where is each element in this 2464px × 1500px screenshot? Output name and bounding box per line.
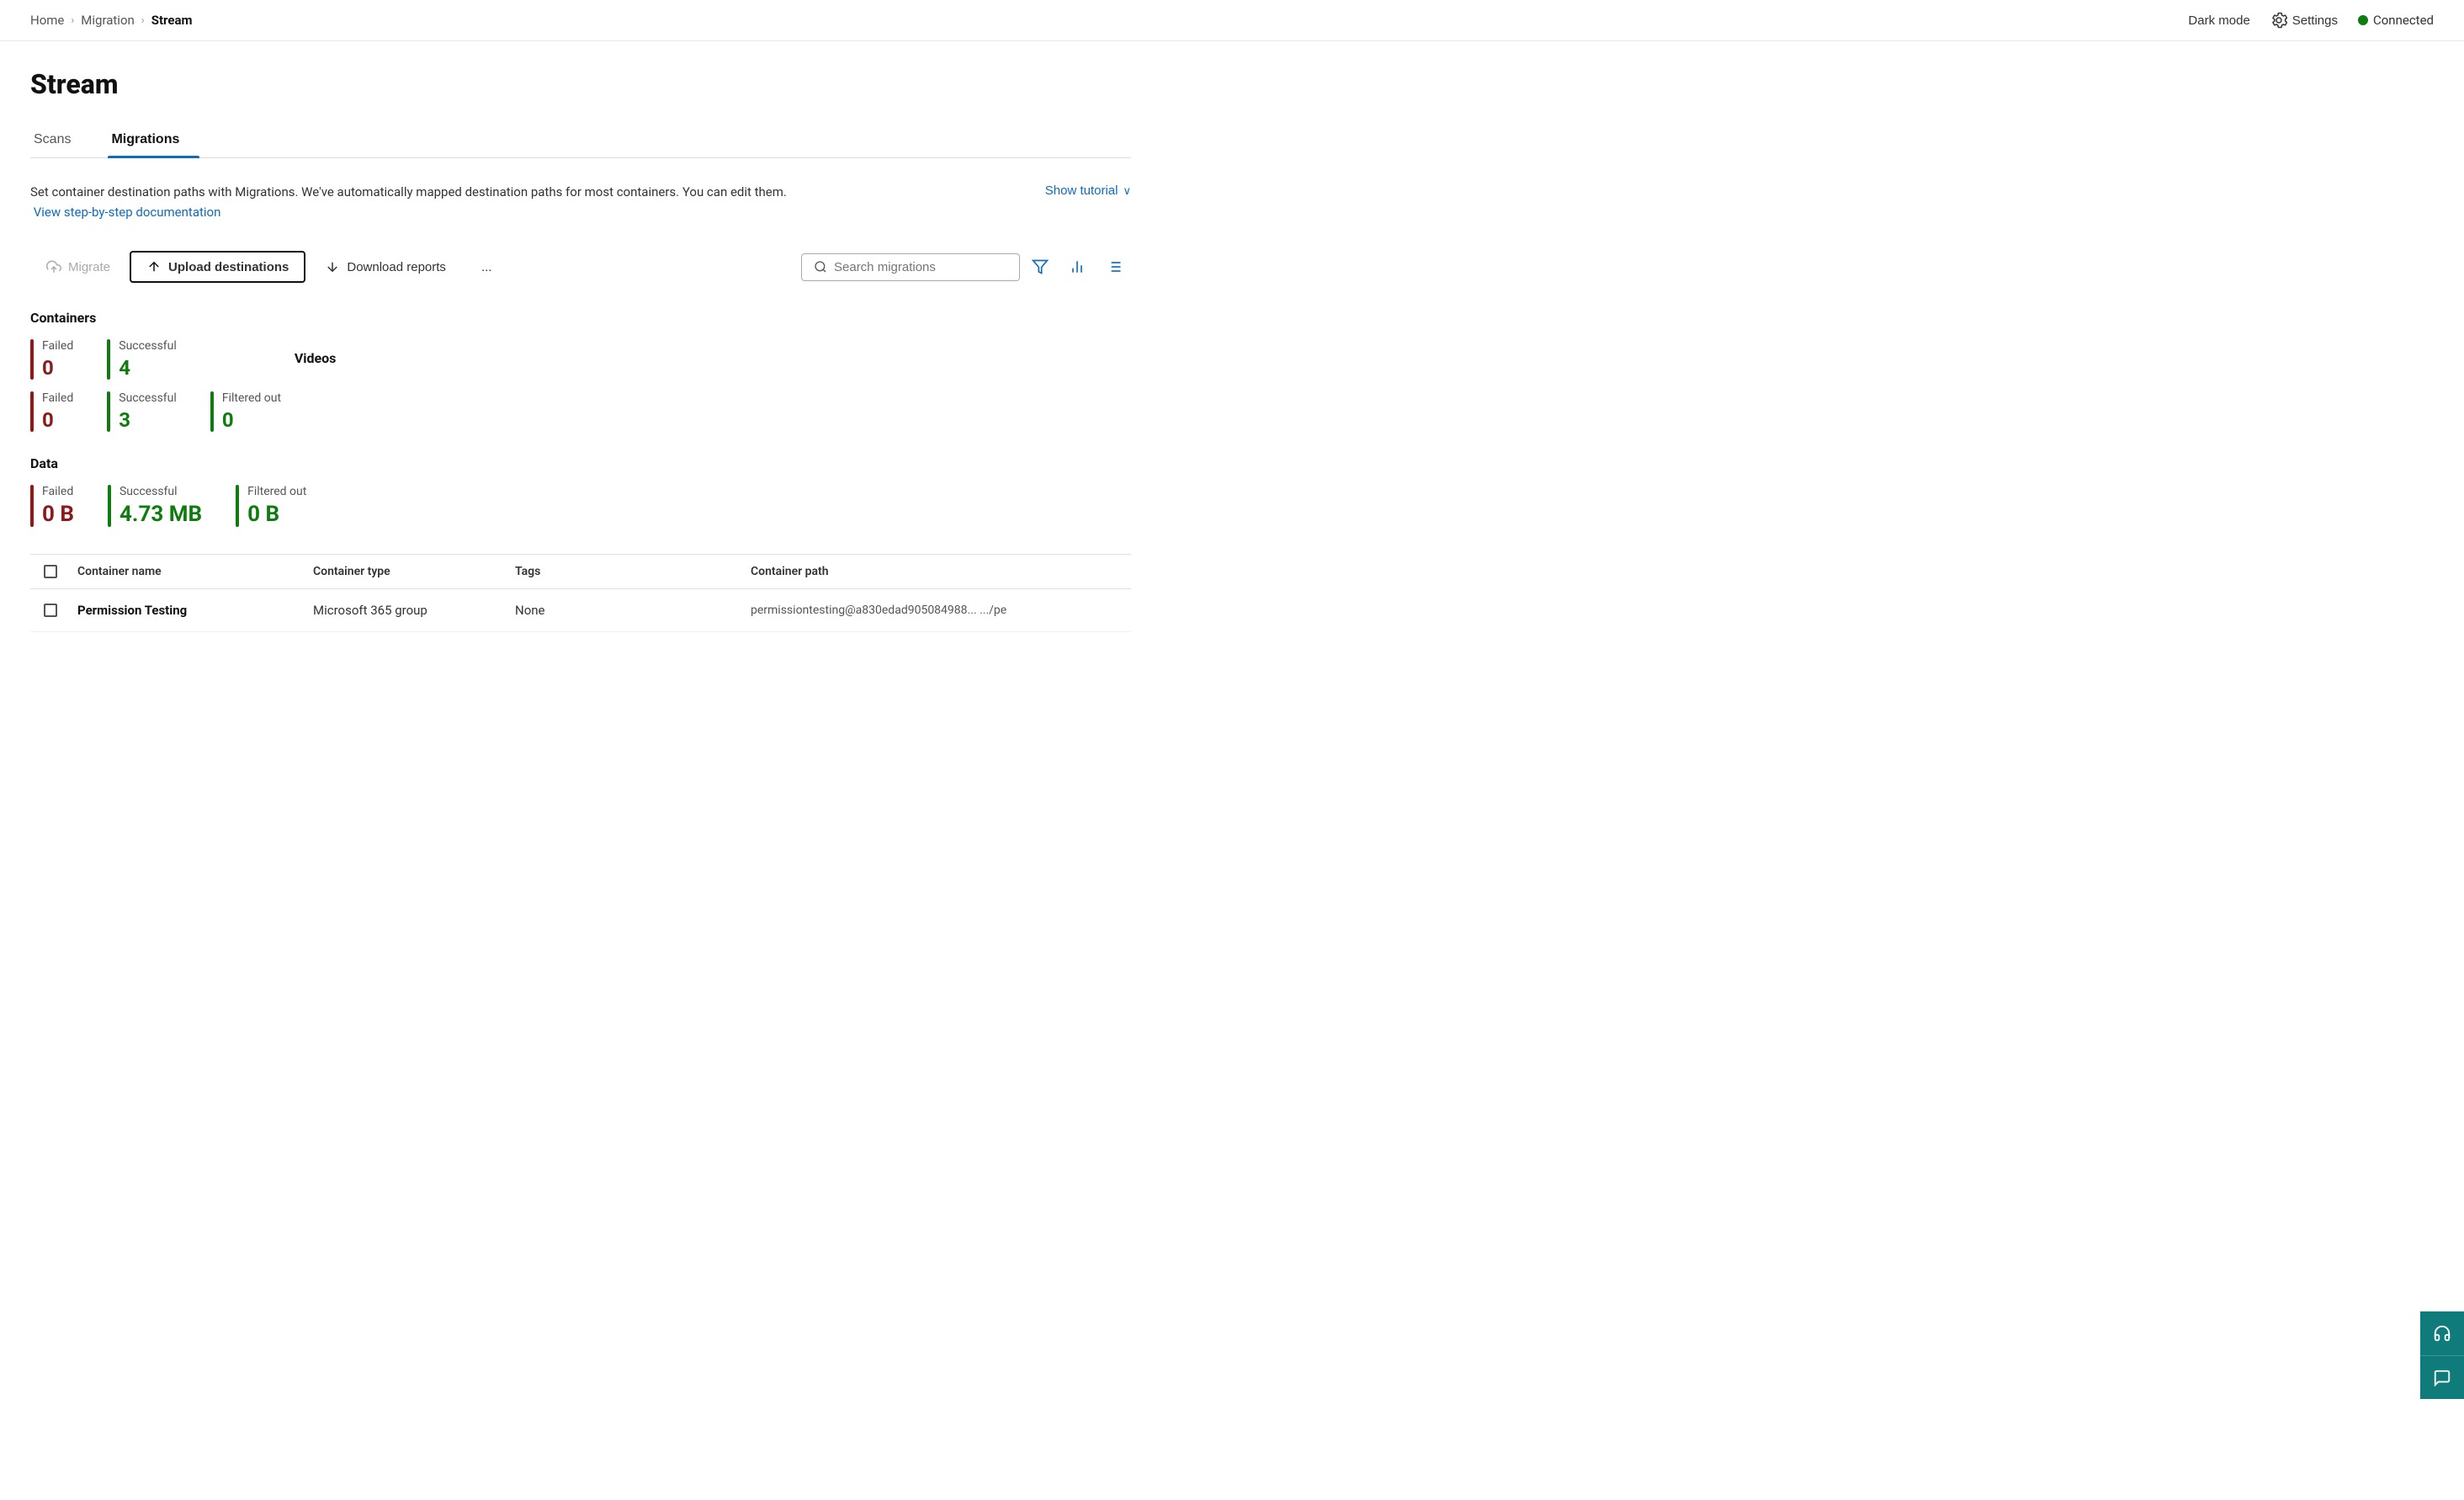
- chart-view-button[interactable]: [1060, 253, 1094, 280]
- column-container-name: Container name: [71, 565, 306, 578]
- description-text: Set container destination paths with Mig…: [30, 182, 788, 222]
- upload-destinations-button[interactable]: Upload destinations: [130, 251, 305, 283]
- videos-filteredout-label: Filtered out: [222, 391, 281, 405]
- row-container-type: Microsoft 365 group: [306, 603, 508, 618]
- containers-successful-label: Successful: [119, 339, 177, 353]
- videos-successful-label: Successful: [119, 391, 177, 405]
- select-all-checkbox[interactable]: [44, 565, 57, 578]
- tab-migrations[interactable]: Migrations: [108, 124, 199, 157]
- data-successful-label: Successful: [119, 485, 202, 498]
- breadcrumb-sep1: ›: [71, 14, 74, 27]
- row-select-cell: [30, 604, 71, 617]
- dark-mode-button[interactable]: Dark mode: [2188, 13, 2249, 28]
- data-failed-label: Failed: [42, 485, 74, 498]
- containers-stats-row: Failed 0 Successful 4 Videos: [30, 339, 1131, 380]
- page-title: Stream: [30, 68, 1131, 100]
- containers-label: Containers: [30, 310, 1131, 326]
- videos-successful-value: 3: [119, 408, 177, 432]
- main-content: Stream Scans Migrations Set container de…: [0, 41, 1161, 659]
- upload-cloud-icon: [46, 259, 61, 274]
- headset-icon: [2433, 1324, 2451, 1343]
- message-icon: [2433, 1369, 2451, 1387]
- table-row: Permission Testing Microsoft 365 group N…: [30, 589, 1131, 632]
- bar-chart-icon: [1069, 258, 1086, 275]
- breadcrumb-sep2: ›: [141, 14, 145, 27]
- connected-dot: [2358, 15, 2368, 25]
- containers-failed-label: Failed: [42, 339, 73, 353]
- row-tags: None: [508, 603, 744, 618]
- videos-failed-label: Failed: [42, 391, 73, 405]
- breadcrumb-home[interactable]: Home: [30, 13, 64, 28]
- containers-failed-value: 0: [42, 356, 73, 380]
- stats-section: Containers Failed 0 Successful 4: [30, 310, 1131, 527]
- download-reports-button[interactable]: Download reports: [309, 252, 462, 282]
- data-label: Data: [30, 455, 1131, 471]
- data-filteredout-label: Filtered out: [247, 485, 306, 498]
- search-box: [801, 253, 1020, 281]
- tabs-container: Scans Migrations: [30, 124, 1131, 158]
- data-filteredout-stat: Filtered out 0 B: [236, 485, 306, 527]
- column-container-path: Container path: [744, 565, 1131, 578]
- containers-failed-stat: Failed 0: [30, 339, 73, 380]
- data-filteredout-value: 0 B: [247, 502, 306, 527]
- download-icon: [325, 259, 340, 274]
- tab-scans[interactable]: Scans: [30, 124, 91, 157]
- gear-icon: [2270, 12, 2287, 29]
- migrate-button[interactable]: Migrate: [30, 252, 126, 282]
- stat-bar-green: [107, 339, 110, 380]
- search-input[interactable]: [834, 260, 1007, 274]
- row-container-name: Permission Testing: [71, 603, 306, 618]
- videos-stats-row: Failed 0 Successful 3 Filtered out 0: [30, 391, 1131, 432]
- containers-successful-stat: Successful 4: [107, 339, 177, 380]
- list-icon: [1106, 258, 1123, 275]
- breadcrumb-migration[interactable]: Migration: [81, 13, 135, 28]
- breadcrumb-current: Stream: [151, 13, 193, 28]
- videos-label: Videos: [295, 350, 337, 366]
- data-failed-value: 0 B: [42, 502, 74, 527]
- toolbar: Migrate Upload destinations Download rep…: [30, 251, 1131, 283]
- breadcrumb: Home › Migration › Stream: [30, 13, 193, 28]
- list-view-button[interactable]: [1097, 253, 1131, 280]
- row-checkbox[interactable]: [44, 604, 57, 617]
- column-tags: Tags: [508, 565, 744, 578]
- select-all-cell: [30, 565, 71, 578]
- column-container-type: Container type: [306, 565, 508, 578]
- connected-status: Connected: [2358, 13, 2434, 28]
- docs-link[interactable]: View step-by-step documentation: [34, 205, 221, 220]
- filter-button[interactable]: [1023, 253, 1057, 280]
- support-chat-button[interactable]: [2420, 1311, 2464, 1355]
- stat-bar-red: [30, 339, 34, 380]
- data-failed-stat: Failed 0 B: [30, 485, 74, 527]
- message-button[interactable]: [2420, 1355, 2464, 1399]
- videos-filteredout-stat: Filtered out 0: [210, 391, 281, 432]
- side-panel: [2420, 1311, 2464, 1399]
- show-tutorial-button[interactable]: Show tutorial ∨: [1045, 184, 1131, 198]
- more-options-button[interactable]: ...: [465, 253, 508, 282]
- videos-filteredout-value: 0: [222, 408, 281, 432]
- connected-label: Connected: [2373, 13, 2434, 28]
- videos-successful-stat: Successful 3: [107, 391, 177, 432]
- videos-failed-stat: Failed 0: [30, 391, 73, 432]
- videos-label-item: Videos: [295, 339, 337, 380]
- data-stats-row: Failed 0 B Successful 4.73 MB Filtered o…: [30, 485, 1131, 527]
- upload-icon: [146, 259, 162, 274]
- data-successful-value: 4.73 MB: [119, 502, 202, 527]
- filter-icon: [1032, 258, 1049, 275]
- row-container-path: permissiontesting@a830edad905084988... .…: [744, 604, 1131, 617]
- containers-successful-value: 4: [119, 356, 177, 380]
- table-container: Container name Container type Tags Conta…: [30, 554, 1131, 632]
- top-bar: Home › Migration › Stream Dark mode Sett…: [0, 0, 2464, 41]
- data-successful-stat: Successful 4.73 MB: [108, 485, 202, 527]
- table-header: Container name Container type Tags Conta…: [30, 555, 1131, 589]
- top-right-controls: Dark mode Settings Connected: [2188, 12, 2434, 29]
- search-icon: [814, 260, 827, 274]
- settings-button[interactable]: Settings: [2270, 12, 2338, 29]
- chevron-down-icon: ∨: [1123, 184, 1131, 198]
- settings-label: Settings: [2292, 13, 2338, 28]
- videos-failed-value: 0: [42, 408, 73, 432]
- description-row: Set container destination paths with Mig…: [30, 182, 1131, 227]
